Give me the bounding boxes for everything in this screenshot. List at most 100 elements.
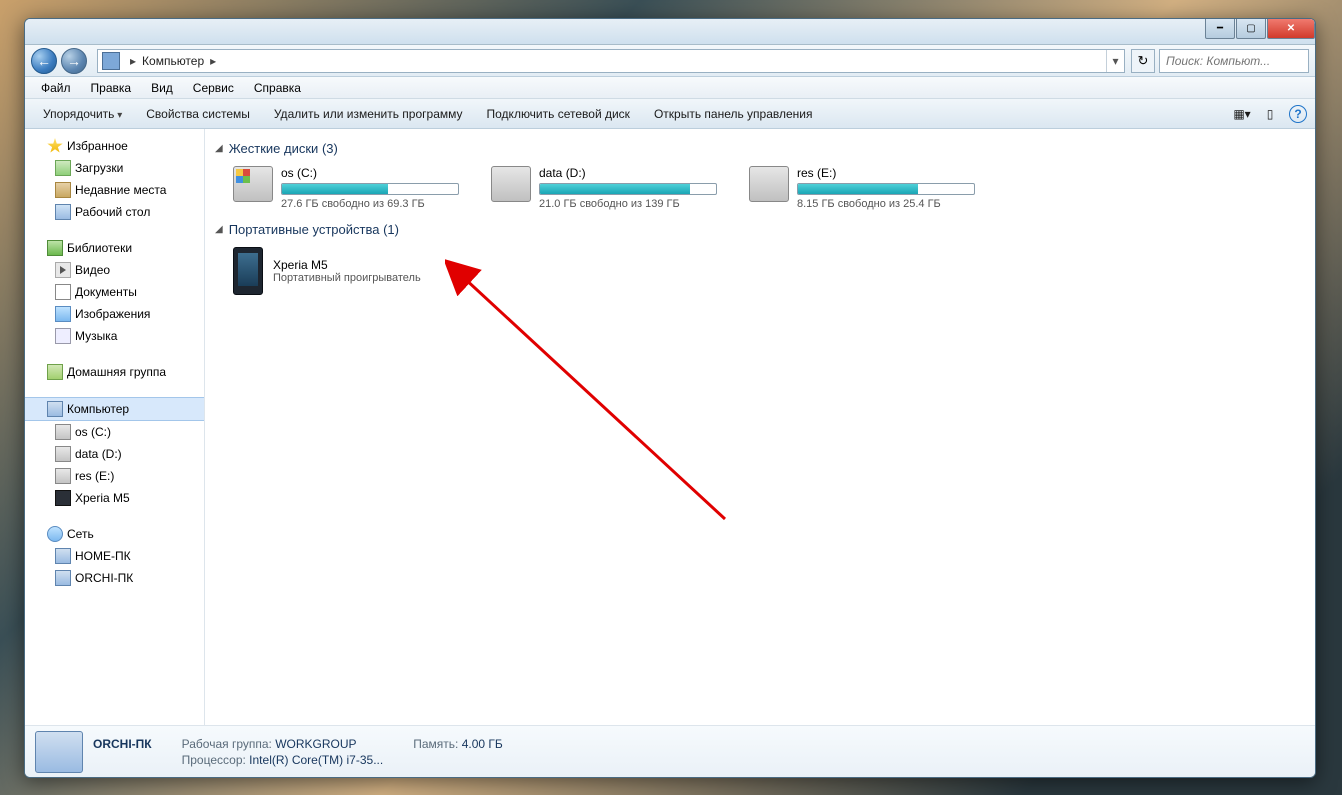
libraries-icon [47,240,63,256]
menu-file[interactable]: Файл [31,79,81,97]
menu-tools[interactable]: Сервис [183,79,244,97]
nav-label: Музыка [75,329,117,343]
phone-icon [55,490,71,506]
nav-documents[interactable]: Документы [25,281,204,303]
nav-label: HOME-ПК [75,549,131,563]
address-dropdown-icon[interactable]: ▾ [1106,50,1124,72]
nav-label: Загрузки [75,161,123,175]
content-pane: ◢ Жесткие диски (3) os (C:) 27.6 ГБ своб… [205,129,1315,725]
group-count: (3) [322,141,338,156]
titlebar: ━ ▢ ✕ [25,19,1315,45]
menu-edit[interactable]: Правка [81,79,142,97]
nav-drive-e[interactable]: res (E:) [25,465,204,487]
network-icon [47,526,63,542]
maximize-button[interactable]: ▢ [1236,19,1266,39]
refresh-button[interactable]: ↻ [1131,49,1155,73]
preview-pane-button[interactable]: ▯ [1259,103,1281,125]
nav-label: Недавние места [75,183,166,197]
nav-downloads[interactable]: Загрузки [25,157,204,179]
nav-label: os (C:) [75,425,111,439]
nav-desktop[interactable]: Рабочий стол [25,201,204,223]
nav-label: ORCHI-ПК [75,571,133,585]
drive-item-e[interactable]: res (E:) 8.15 ГБ свободно из 25.4 ГБ [747,164,977,212]
command-bar: Упорядочить Свойства системы Удалить или… [25,99,1315,129]
recent-icon [55,182,71,198]
drive-usage-bar [798,184,918,194]
forward-button[interactable]: → [61,48,87,74]
group-header-portable[interactable]: ◢ Портативные устройства (1) [215,222,1305,237]
cmd-open-control-panel[interactable]: Открыть панель управления [642,103,825,125]
downloads-icon [55,160,71,176]
details-name: ORCHI-ПК [93,737,152,751]
device-sub: Портативный проигрыватель [273,272,421,284]
details-workgroup-label: Рабочая группа: [182,737,272,751]
nav-music[interactable]: Музыка [25,325,204,347]
nav-label: Компьютер [67,402,129,416]
cmd-map-network-drive[interactable]: Подключить сетевой диск [475,103,642,125]
nav-label: Xperia M5 [75,491,130,505]
group-title: Портативные устройства [229,222,380,237]
details-workgroup: WORKGROUP [275,737,356,751]
details-cpu: Intel(R) Core(TM) i7-35... [249,753,383,767]
drive-usage-bar [540,184,690,194]
drive-item-c[interactable]: os (C:) 27.6 ГБ свободно из 69.3 ГБ [231,164,461,212]
nav-drive-d[interactable]: data (D:) [25,443,204,465]
nav-label: Сеть [67,527,94,541]
nav-home-pc[interactable]: HOME-ПК [25,545,204,567]
menu-help[interactable]: Справка [244,79,311,97]
drive-icon [749,166,789,202]
search-input[interactable] [1159,49,1309,73]
cmd-uninstall-program[interactable]: Удалить или изменить программу [262,103,475,125]
device-xperia[interactable]: Xperia M5 Портативный проигрыватель [231,245,491,297]
nav-drive-c[interactable]: os (C:) [25,421,204,443]
drive-item-d[interactable]: data (D:) 21.0 ГБ свободно из 139 ГБ [489,164,719,212]
homegroup-icon [47,364,63,380]
nav-favorites[interactable]: Избранное [25,135,204,157]
minimize-button[interactable]: ━ [1205,19,1235,39]
nav-libraries[interactable]: Библиотеки [25,237,204,259]
nav-label: Изображения [75,307,150,321]
nav-label: Рабочий стол [75,205,150,219]
nav-network[interactable]: Сеть [25,523,204,545]
pictures-icon [55,306,71,322]
address-bar[interactable]: ▸ Компьютер ▸ ▾ [97,49,1125,73]
nav-homegroup[interactable]: Домашняя группа [25,361,204,383]
nav-label: Избранное [67,139,128,153]
nav-recent[interactable]: Недавние места [25,179,204,201]
computer-large-icon [35,731,83,773]
details-memory-label: Память: [413,737,458,751]
breadcrumb-sep-icon[interactable]: ▸ [204,54,222,68]
help-icon: ? [1289,105,1307,123]
nav-computer[interactable]: Компьютер [25,397,204,421]
annotation-arrow-icon [445,259,745,539]
drive-icon [233,166,273,202]
nav-videos[interactable]: Видео [25,259,204,281]
help-button[interactable]: ? [1287,103,1309,125]
cmd-organize[interactable]: Упорядочить [31,103,134,125]
nav-orchi-pc[interactable]: ORCHI-ПК [25,567,204,589]
collapse-icon: ◢ [215,143,223,154]
network-pc-icon [55,570,71,586]
drive-free-text: 27.6 ГБ свободно из 69.3 ГБ [281,198,459,210]
breadcrumb-location[interactable]: Компьютер [142,54,204,68]
phone-icon [233,247,263,295]
view-options-button[interactable]: ▦▾ [1231,103,1253,125]
nav-pictures[interactable]: Изображения [25,303,204,325]
group-title: Жесткие диски [229,141,319,156]
cmd-system-properties[interactable]: Свойства системы [134,103,262,125]
group-header-hdd[interactable]: ◢ Жесткие диски (3) [215,141,1305,156]
nav-label: res (E:) [75,469,114,483]
computer-icon [47,401,63,417]
collapse-icon: ◢ [215,224,223,235]
device-name: Xperia M5 [273,258,421,272]
details-cpu-label: Процессор: [182,753,246,767]
star-icon [47,138,63,154]
close-button[interactable]: ✕ [1267,19,1315,39]
menu-view[interactable]: Вид [141,79,183,97]
group-count: (1) [383,222,399,237]
drive-free-text: 21.0 ГБ свободно из 139 ГБ [539,198,717,210]
drive-name: data (D:) [539,166,717,180]
drive-name: res (E:) [797,166,975,180]
back-button[interactable]: ← [31,48,57,74]
nav-xperia[interactable]: Xperia M5 [25,487,204,509]
